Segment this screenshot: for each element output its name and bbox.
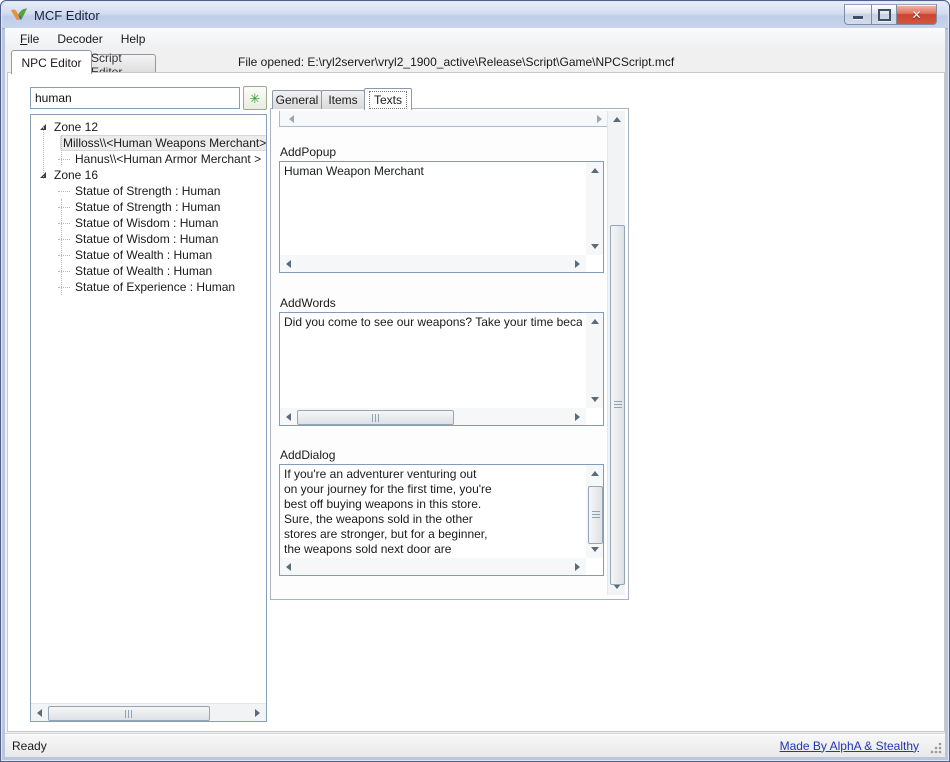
addpopup-text[interactable]: Human Weapon Merchant	[284, 164, 582, 253]
adddialog-horizontal-scrollbar[interactable]	[280, 558, 586, 575]
tree-item-statue[interactable]: Statue of Wealth : Human	[31, 263, 266, 279]
scroll-left-icon[interactable]	[282, 413, 291, 421]
scroll-left-icon[interactable]	[285, 115, 294, 123]
tree-item-milloss[interactable]: Milloss\\<Human Weapons Merchant>	[31, 135, 266, 151]
app-window: MCF Editor ✕ File Decoder Help NPC Edito…	[0, 0, 950, 762]
scroll-up-icon[interactable]	[591, 315, 599, 324]
tree-guide-line	[43, 127, 44, 179]
tree-connector	[58, 230, 70, 240]
tree-item-statue[interactable]: Statue of Experience : Human	[31, 279, 266, 295]
addwords-vertical-scrollbar[interactable]	[586, 313, 603, 408]
adddialog-text[interactable]: If you're an adventurer venturing out on…	[284, 467, 582, 556]
scroll-right-icon[interactable]	[575, 563, 584, 571]
scrollbar-thumb[interactable]	[48, 706, 210, 721]
tree-connector	[58, 246, 70, 256]
tree-item-statue[interactable]: Statue of Wealth : Human	[31, 247, 266, 263]
maximize-button[interactable]	[871, 4, 897, 25]
tree-connector	[58, 150, 70, 160]
tree-items: Zone 12 Milloss\\<Human Weapons Merchant…	[31, 115, 266, 295]
scroll-right-icon[interactable]	[575, 260, 584, 268]
client-area: File Decoder Help NPC Editor Script Edit…	[5, 28, 945, 757]
scroll-up-icon[interactable]	[613, 113, 621, 122]
find-button[interactable]: ✳	[243, 86, 267, 110]
addpopup-vertical-scrollbar[interactable]	[586, 162, 603, 255]
addpopup-textbox[interactable]: Human Weapon Merchant	[279, 161, 604, 273]
tab-texts[interactable]: Texts	[364, 88, 412, 110]
scroll-left-icon[interactable]	[282, 260, 291, 268]
scrollbar-thumb[interactable]	[610, 225, 625, 585]
grip-icon	[614, 401, 622, 409]
clipped-textbox	[279, 111, 612, 127]
tree-item-zone16[interactable]: Zone 16	[31, 167, 266, 183]
panel-vertical-scrollbar[interactable]	[607, 111, 625, 595]
resize-grip-icon[interactable]	[930, 742, 942, 754]
search-input[interactable]	[30, 87, 240, 109]
menu-file[interactable]: File	[11, 30, 48, 48]
scroll-up-icon[interactable]	[591, 467, 599, 476]
status-text: Ready	[12, 739, 47, 753]
menu-bar: File Decoder Help	[5, 28, 945, 49]
close-button[interactable]: ✕	[897, 4, 937, 25]
grip-icon	[125, 710, 133, 718]
npc-editor-page: ✳ Zone 12 Milloss\\<Human Weapons Mercha…	[7, 72, 945, 732]
status-bar: Ready Made By AlphA & Stealthy	[5, 733, 945, 757]
scroll-right-icon[interactable]	[255, 709, 264, 717]
scroll-up-icon[interactable]	[591, 164, 599, 173]
tree-connector	[58, 182, 70, 192]
tree-connector	[58, 198, 70, 208]
tree-guide-line	[61, 199, 62, 295]
scroll-down-icon[interactable]	[613, 584, 621, 593]
tree-item-statue[interactable]: Statue of Wisdom : Human	[31, 231, 266, 247]
tab-general[interactable]: General	[272, 90, 322, 109]
npc-tree: Zone 12 Milloss\\<Human Weapons Merchant…	[30, 114, 267, 722]
tree-item-statue[interactable]: Statue of Strength : Human	[31, 199, 266, 215]
tab-items[interactable]: Items	[321, 90, 365, 109]
scrollbar-thumb[interactable]	[588, 486, 603, 544]
scroll-down-icon[interactable]	[591, 547, 599, 556]
tree-item-zone12[interactable]: Zone 12	[31, 119, 266, 135]
addwords-textbox[interactable]: Did you come to see our weapons? Take yo…	[279, 312, 604, 426]
credit-link[interactable]: Made By AlphA & Stealthy	[780, 739, 919, 753]
tree-connector	[58, 278, 70, 288]
addwords-horizontal-scrollbar[interactable]	[280, 408, 586, 425]
tree-item-statue[interactable]: Statue of Strength : Human	[31, 183, 266, 199]
addwords-label: AddWords	[280, 296, 336, 310]
addwords-text[interactable]: Did you come to see our weapons? Take yo…	[284, 315, 582, 406]
scroll-down-icon[interactable]	[591, 244, 599, 253]
scroll-right-icon[interactable]	[597, 115, 606, 123]
find-icon: ✳	[250, 92, 261, 105]
adddialog-textbox[interactable]: If you're an adventurer venturing out on…	[279, 464, 604, 576]
texts-panel: AddPopup Human Weapon Merchant AddWords …	[270, 108, 629, 600]
scroll-left-icon[interactable]	[33, 709, 42, 717]
tree-item-hanus[interactable]: Hanus\\<Human Armor Merchant >	[31, 151, 266, 167]
scrollbar-thumb[interactable]	[297, 410, 454, 425]
file-opened-label: File opened: E:\ryl2server\vryl2_1900_ac…	[238, 55, 674, 69]
tree-horizontal-scrollbar[interactable]	[31, 703, 266, 721]
adddialog-vertical-scrollbar[interactable]	[586, 465, 603, 558]
menu-help[interactable]: Help	[112, 30, 155, 48]
menu-decoder[interactable]: Decoder	[48, 30, 111, 48]
addpopup-horizontal-scrollbar[interactable]	[280, 255, 586, 272]
minimize-icon	[853, 16, 863, 20]
tab-npc-editor[interactable]: NPC Editor	[11, 50, 92, 74]
scroll-down-icon[interactable]	[591, 397, 599, 406]
tree-item-statue[interactable]: Statue of Wisdom : Human	[31, 215, 266, 231]
title-bar: MCF Editor ✕	[2, 2, 948, 29]
scroll-left-icon[interactable]	[282, 563, 291, 571]
app-icon	[10, 7, 28, 23]
maximize-icon	[878, 9, 891, 21]
adddialog-label: AddDialog	[280, 448, 335, 462]
scroll-right-icon[interactable]	[575, 413, 584, 421]
addpopup-label: AddPopup	[280, 145, 336, 159]
tree-connector	[58, 262, 70, 272]
close-icon: ✕	[911, 9, 921, 21]
grip-icon	[372, 414, 380, 422]
tab-script-editor[interactable]: Script Editor	[90, 54, 156, 74]
grip-icon	[592, 511, 600, 519]
minimize-button[interactable]	[844, 4, 871, 25]
tree-connector	[58, 214, 70, 224]
tree-guide-line	[61, 135, 62, 165]
window-title: MCF Editor	[34, 8, 100, 23]
